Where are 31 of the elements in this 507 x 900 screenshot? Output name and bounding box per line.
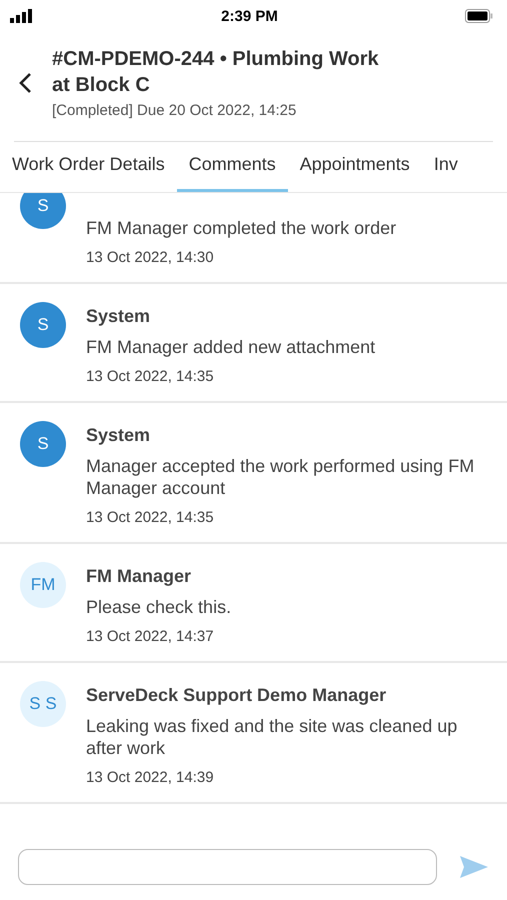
comment-time: 13 Oct 2022, 14:35 [86, 509, 215, 526]
comment-text: FM Manager completed the work order [86, 217, 398, 239]
avatar: S [20, 302, 66, 348]
comment-author: ServeDeck Support Demo Manager [86, 684, 388, 707]
comment-text: Manager accepted the work performed using FM Manager account [86, 455, 476, 499]
clock-time: 2:39 PM [221, 8, 278, 24]
comment-author: FM Manager [86, 565, 192, 588]
tab[interactable]: Work Order Details [0, 142, 177, 192]
comment-time: 13 Oct 2022, 14:39 [86, 769, 215, 786]
comment-time: 13 Oct 2022, 14:30 [86, 249, 215, 266]
tab[interactable]: Inv [422, 142, 470, 192]
avatar: S S [20, 681, 66, 727]
tab[interactable]: Appointments [288, 142, 422, 192]
comment-text: FM Manager added new attachment [86, 336, 376, 358]
signal-icon [10, 9, 34, 23]
avatar: S [20, 421, 66, 467]
comment-text: Leaking was fixed and the site was cleaned up after work [86, 715, 458, 759]
comment-time: 13 Oct 2022, 14:35 [86, 368, 215, 385]
comment-input-field[interactable] [18, 849, 437, 885]
comment-author: System [86, 305, 152, 328]
work-order-title: #CM-PDEMO-244 • Plumbing Work at Block C [52, 47, 380, 98]
comment-time: 13 Oct 2022, 14:37 [86, 628, 215, 645]
battery-icon [464, 9, 493, 23]
back-icon [18, 72, 32, 94]
work-order-status: [Completed] Due 20 Oct 2022, 14:25 [52, 102, 298, 119]
avatar: S [20, 193, 66, 229]
comment-author: System [86, 424, 152, 447]
send-button[interactable] [459, 855, 489, 879]
avatar: FM [20, 562, 66, 608]
tab[interactable]: Comments [176, 142, 288, 192]
comment-text: Please check this. [86, 596, 232, 618]
